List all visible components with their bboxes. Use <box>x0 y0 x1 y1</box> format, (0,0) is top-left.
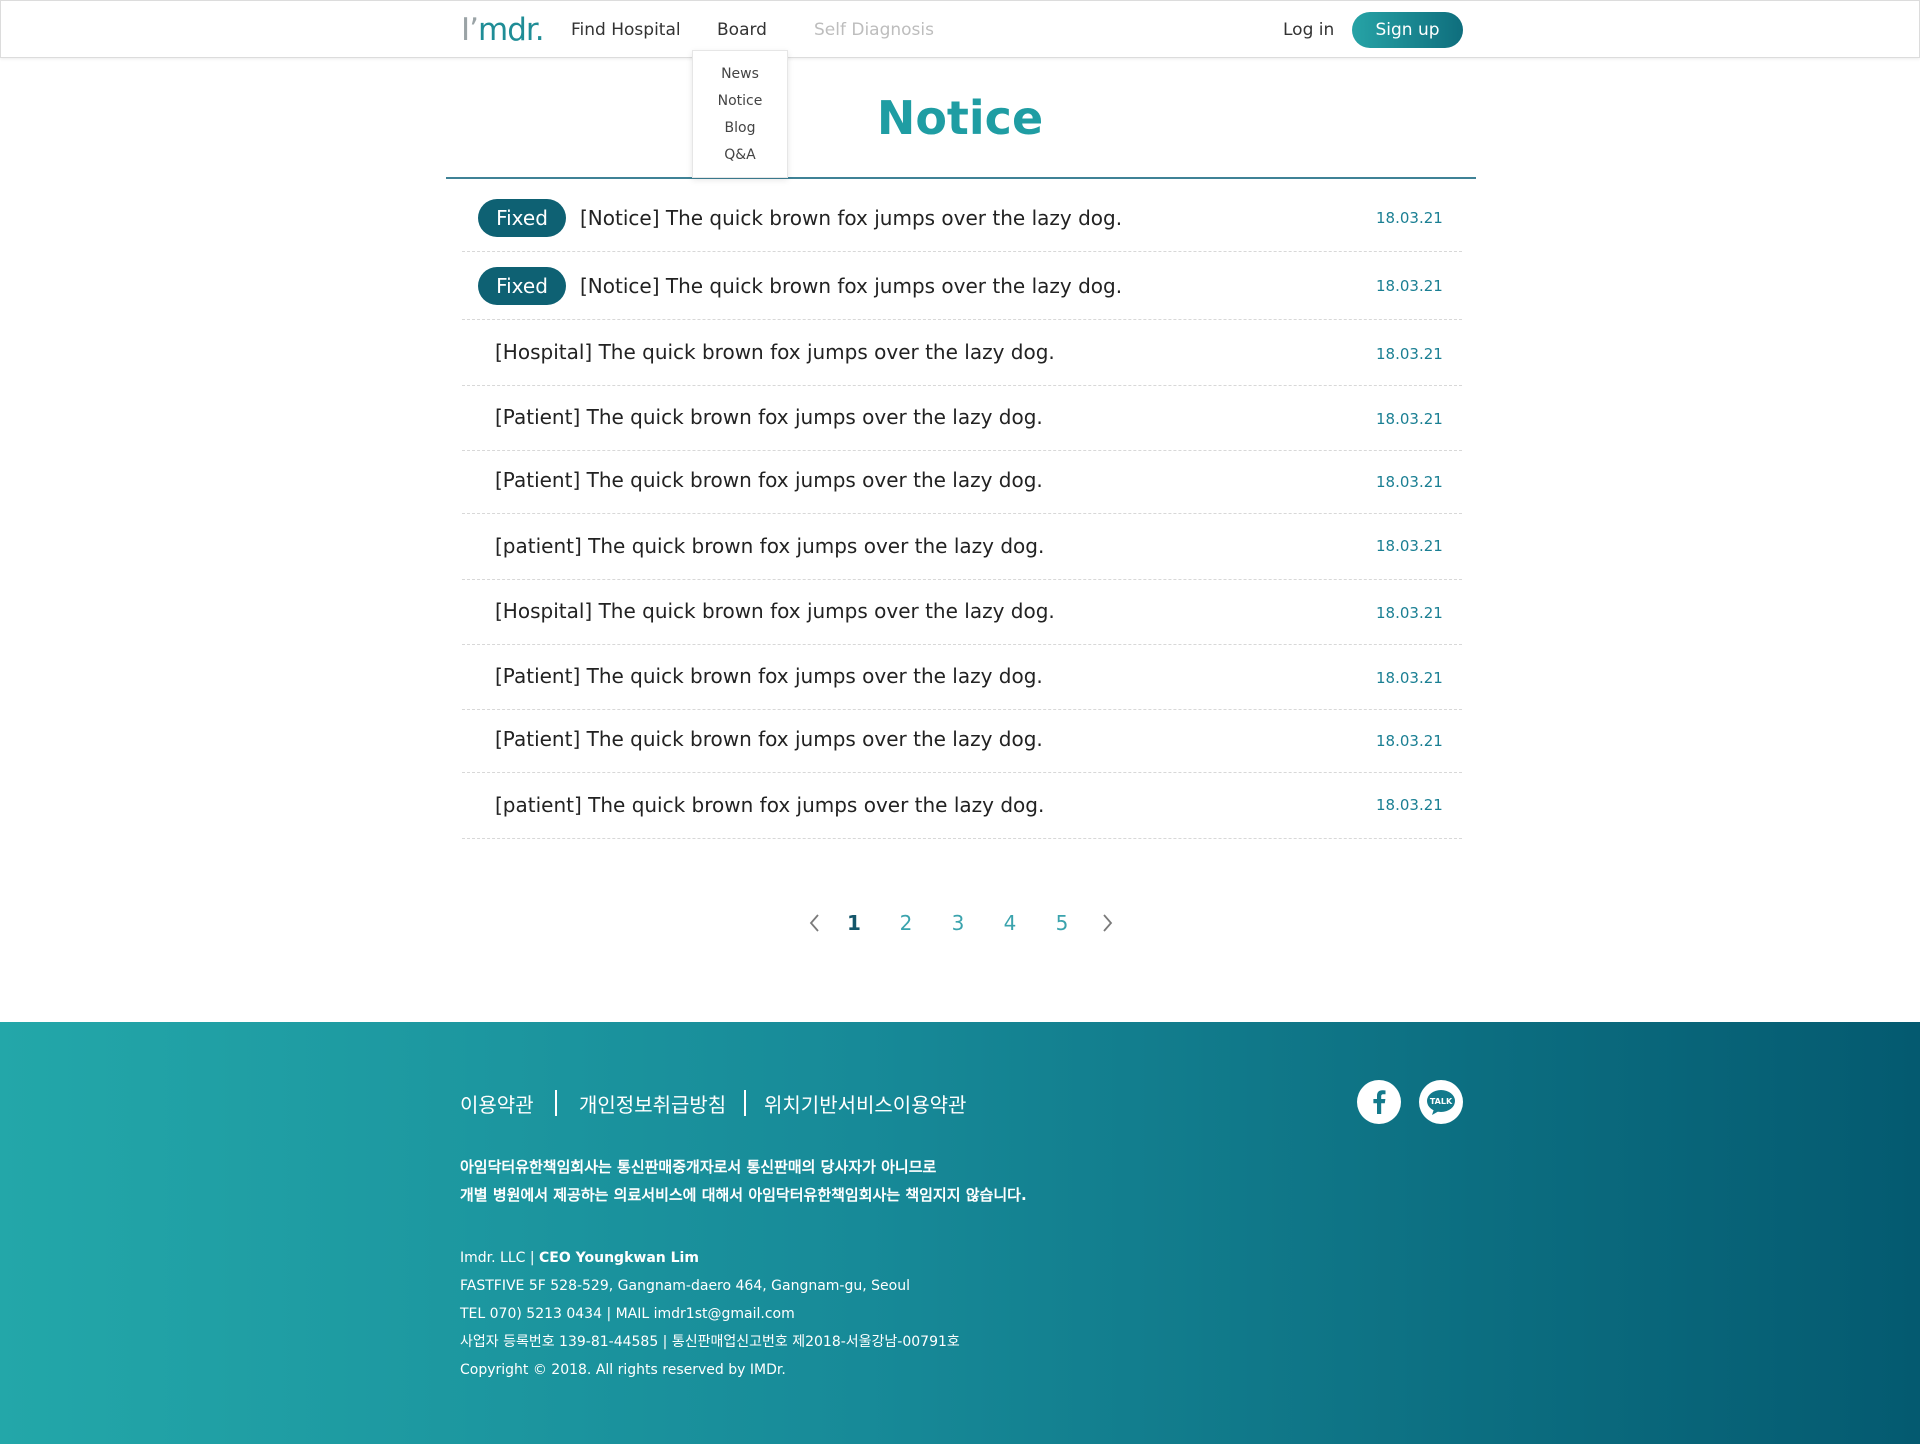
nav-board[interactable]: Board <box>717 19 767 41</box>
post-title-link[interactable]: [Hospital] The quick brown fox jumps ove… <box>495 598 1055 624</box>
footer-address: FASTFIVE 5F 528-529, Gangnam-daero 464, … <box>460 1278 910 1294</box>
menu-item-news[interactable]: News <box>693 65 787 83</box>
page-2[interactable]: 2 <box>891 910 921 936</box>
fixed-badge: Fixed <box>478 267 566 305</box>
row-divider <box>462 319 1462 320</box>
post-title-link[interactable]: [Patient] The quick brown fox jumps over… <box>495 663 1043 689</box>
footer-contact: TEL 070) 5213 0434 | MAIL imdr1st@gmail.… <box>460 1306 795 1322</box>
post-date: 18.03.21 <box>1376 209 1443 227</box>
row-divider <box>462 644 1462 645</box>
page-1[interactable]: 1 <box>839 910 869 936</box>
page-title: Notice <box>876 91 1044 145</box>
row-divider <box>462 513 1462 514</box>
footer-link-terms[interactable]: 이용약관 <box>460 1092 534 1118</box>
post-title-link[interactable]: [Patient] The quick brown fox jumps over… <box>495 404 1043 430</box>
imdr-logo[interactable]: I’mdr. <box>461 13 545 47</box>
row-divider <box>462 385 1462 386</box>
company-name: Imdr. LLC <box>460 1250 526 1266</box>
menu-item-notice[interactable]: Notice <box>693 92 787 110</box>
footer-link-separator <box>555 1090 557 1116</box>
row-divider <box>462 450 1462 451</box>
post-title-link[interactable]: [Hospital] The quick brown fox jumps ove… <box>495 339 1055 365</box>
row-divider <box>462 579 1462 580</box>
row-divider <box>462 251 1462 252</box>
post-date: 18.03.21 <box>1376 537 1443 555</box>
chevron-right-icon[interactable] <box>1099 912 1115 934</box>
board-dropdown-menu: News Notice Blog Q&A <box>692 50 788 178</box>
post-date: 18.03.21 <box>1376 604 1443 622</box>
post-date: 18.03.21 <box>1376 732 1443 750</box>
kakaotalk-icon: TALK <box>1427 1090 1455 1115</box>
row-divider <box>462 709 1462 710</box>
ceo-name: CEO Youngkwan Lim <box>539 1250 699 1266</box>
post-title-link[interactable]: [Notice] The quick brown fox jumps over … <box>580 273 1122 299</box>
menu-item-qa[interactable]: Q&A <box>693 146 787 164</box>
kakaotalk-icon[interactable]: TALK <box>1419 1080 1463 1124</box>
footer-disclaimer-line: 아임닥터유한책임회사는 통신판매중개자로서 통신판매의 당사자가 아니므로 <box>460 1158 937 1176</box>
post-title-link[interactable]: [patient] The quick brown fox jumps over… <box>495 533 1044 559</box>
footer-business-registration: 사업자 등록번호 139-81-44585 | 통신판매업신고번호 제2018-… <box>460 1334 960 1350</box>
signup-button[interactable]: Sign up <box>1352 12 1463 48</box>
post-title-link[interactable]: [patient] The quick brown fox jumps over… <box>495 792 1044 818</box>
menu-item-blog[interactable]: Blog <box>693 119 787 137</box>
post-date: 18.03.21 <box>1376 669 1443 687</box>
row-divider <box>462 838 1462 839</box>
company-separator: | <box>529 1250 540 1266</box>
login-link[interactable]: Log in <box>1283 19 1334 41</box>
title-divider <box>446 177 1476 179</box>
facebook-icon <box>1373 1090 1386 1114</box>
footer-company-line: Imdr. LLC | CEO Youngkwan Lim <box>460 1248 699 1268</box>
post-title-link[interactable]: [Patient] The quick brown fox jumps over… <box>495 726 1043 752</box>
post-date: 18.03.21 <box>1376 345 1443 363</box>
post-title-link[interactable]: [Notice] The quick brown fox jumps over … <box>580 205 1122 231</box>
footer-link-location-terms[interactable]: 위치기반서비스이용약관 <box>764 1092 966 1118</box>
top-nav-bar: I’mdr. Find Hospital Board Self Diagnosi… <box>0 0 1920 58</box>
talk-label: TALK <box>1430 1097 1453 1106</box>
post-date: 18.03.21 <box>1376 277 1443 295</box>
fixed-badge: Fixed <box>478 199 566 237</box>
nav-find-hospital[interactable]: Find Hospital <box>571 19 681 41</box>
footer-disclaimer-line: 개별 병원에서 제공하는 의료서비스에 대해서 아임닥터유한책임회사는 책임지지… <box>460 1186 1027 1204</box>
post-title-link[interactable]: [Patient] The quick brown fox jumps over… <box>495 467 1043 493</box>
footer-link-separator <box>744 1090 746 1116</box>
post-date: 18.03.21 <box>1376 410 1443 428</box>
footer-link-privacy[interactable]: 개인정보취급방침 <box>579 1092 726 1118</box>
row-divider <box>462 772 1462 773</box>
page-3[interactable]: 3 <box>943 910 973 936</box>
footer-copyright: Copyright © 2018. All rights reserved by… <box>460 1362 786 1378</box>
page-5[interactable]: 5 <box>1047 910 1077 936</box>
site-footer: 이용약관 개인정보취급방침 위치기반서비스이용약관 TALK 아임닥터유한책임회… <box>0 1022 1920 1444</box>
post-date: 18.03.21 <box>1376 473 1443 491</box>
post-date: 18.03.21 <box>1376 796 1443 814</box>
nav-self-diagnosis[interactable]: Self Diagnosis <box>814 19 934 41</box>
page-4[interactable]: 4 <box>995 910 1025 936</box>
facebook-icon[interactable] <box>1357 1080 1401 1124</box>
chevron-left-icon[interactable] <box>807 912 823 934</box>
